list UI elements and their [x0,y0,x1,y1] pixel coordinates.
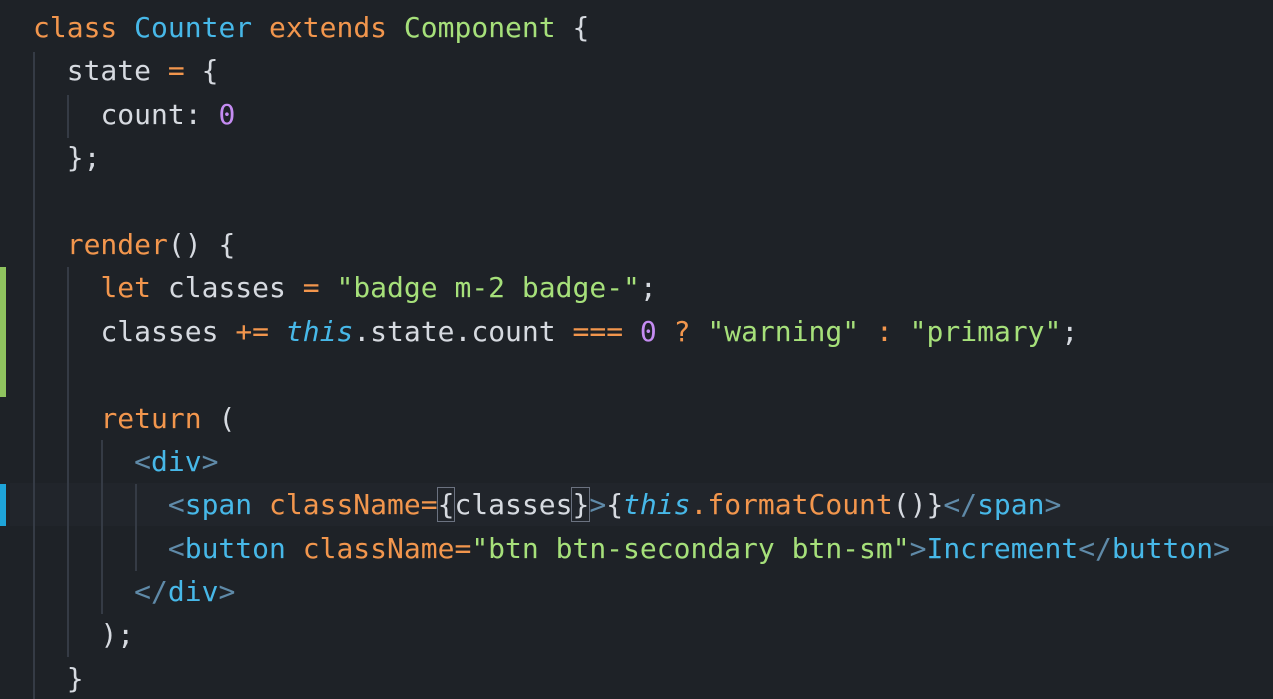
operator: += [235,314,270,348]
code-line[interactable]: <div> [33,440,1230,483]
code-line[interactable]: ); [33,613,1230,656]
code-line[interactable] [33,353,1230,396]
method-name: render [66,227,168,261]
identifier: classes [454,488,573,522]
jsx-tag: div [151,444,202,478]
string-literal: "btn btn-secondary btn-sm" [471,531,910,565]
operator: = [167,54,185,88]
this-keyword: this [623,488,691,522]
matched-brace: { [436,487,456,523]
keyword: let [100,271,152,305]
string-literal: "warning" [707,314,860,348]
punctuation: { [606,488,624,522]
tag-bracket: </ [1078,531,1112,565]
tag-bracket: > [589,488,607,522]
punctuation: } [926,488,944,522]
code-line[interactable]: classes += this.state.count === 0 ? "war… [33,310,1230,353]
identifier: classes [167,271,286,305]
git-modified-marker [0,484,6,526]
punctuation: ; [639,271,657,305]
tag-bracket: > [909,531,927,565]
code-line[interactable] [33,180,1230,223]
tag-bracket: > [201,444,219,478]
code-line[interactable]: state = { [33,49,1230,92]
tag-bracket: > [1213,531,1230,565]
operator: = [454,531,472,565]
keyword: return [100,401,202,435]
code-line[interactable]: let classes = "badge m-2 badge-"; [33,266,1230,309]
class-name: Counter [134,11,253,44]
operator: ? [673,314,691,348]
punctuation: }; [66,141,101,175]
operator: = [420,488,438,522]
operator: : [875,314,893,348]
keyword: class [33,11,118,44]
jsx-tag: button [1111,531,1214,565]
tag-bracket: < [167,488,185,522]
punctuation: { [555,11,590,44]
punctuation: : [184,97,202,131]
tag-bracket: > [218,575,236,609]
git-gutter [0,0,10,699]
code-line[interactable]: class Counter extends Component { [33,6,1230,49]
punctuation: ); [100,618,135,652]
code-line[interactable]: render() { [33,223,1230,266]
jsx-attribute: className [302,531,455,565]
identifier: state [66,54,152,88]
code-line[interactable]: } [33,657,1230,699]
jsx-tag: div [167,575,219,609]
string-literal: "badge m-2 badge-" [336,271,640,305]
identifier: count [100,97,185,131]
code-line[interactable]: </div> [33,570,1230,613]
code-line[interactable]: <span className={classes}>{this.formatCo… [33,483,1230,526]
jsx-tag: span [184,488,253,522]
identifier: classes [100,314,219,348]
punctuation: ( [218,401,236,435]
number-literal: 0 [218,97,236,131]
code-line[interactable]: }; [33,136,1230,179]
tag-bracket: </ [134,575,168,609]
jsx-tag: button [184,531,286,565]
code-line[interactable]: return ( [33,397,1230,440]
number-literal: 0 [639,314,657,348]
punctuation: ; [1061,314,1079,348]
method-call: .formatCount [690,488,893,522]
tag-bracket: </ [943,488,978,522]
code-line[interactable]: <button className="btn btn-secondary btn… [33,527,1230,570]
punctuation: () { [167,227,236,261]
matched-brace: } [571,487,591,523]
jsx-attribute: className [269,488,421,522]
this-keyword: this [285,314,354,348]
punctuation: () [892,488,927,522]
operator: = [302,271,320,305]
jsx-text: Increment [926,531,1079,565]
tag-bracket: > [1044,488,1062,522]
tag-bracket: < [134,444,152,478]
git-added-marker [0,267,6,397]
code-lines[interactable]: class Counter extends Component { state … [33,6,1230,699]
operator: === [572,314,624,348]
base-class: Component [403,11,556,44]
jsx-tag: span [977,488,1045,522]
code-line[interactable]: count: 0 [33,93,1230,136]
punctuation: { [201,54,219,88]
code-editor[interactable]: class Counter extends Component { state … [0,0,1273,699]
keyword: extends [269,11,388,44]
tag-bracket: < [167,531,185,565]
punctuation: } [66,661,84,695]
member-access: .state.count [353,314,556,348]
string-literal: "primary" [909,314,1062,348]
